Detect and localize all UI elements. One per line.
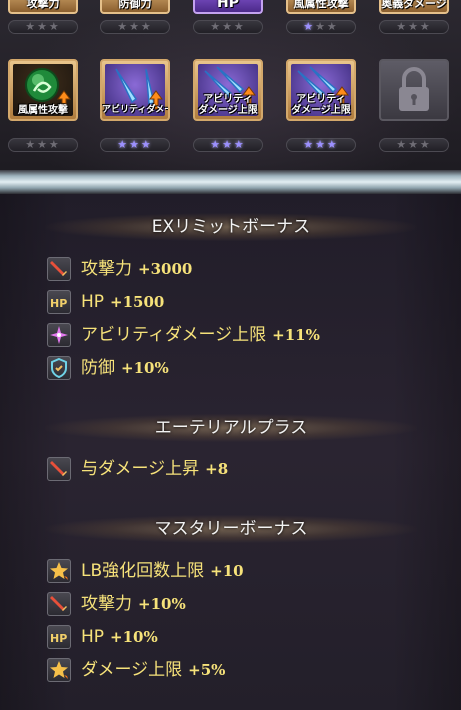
svg-text:HP: HP xyxy=(50,632,67,645)
padlock-icon xyxy=(399,67,429,111)
tile-label: 防御力 xyxy=(118,0,152,10)
limit-tile[interactable]: 防御力 xyxy=(100,0,170,14)
section-header-aetherial: エーテリアルプラス xyxy=(45,414,417,442)
star-rating: ★★★ xyxy=(193,138,263,152)
star-rating: ★★★ xyxy=(8,138,78,152)
star-rating: ★★★ xyxy=(100,138,170,152)
hp-icon: HP xyxy=(47,290,71,314)
bonus-name: HP xyxy=(81,627,105,647)
bonus-name: LB強化回数上限 xyxy=(81,561,205,581)
svg-text:HP: HP xyxy=(50,297,67,310)
section-divider xyxy=(0,170,461,194)
limit-tile[interactable]: HP xyxy=(193,0,263,14)
tile-label: アビリティダメージ xyxy=(102,105,168,115)
bonus-text: アビリティダメージ上限 +11% xyxy=(81,324,320,346)
section-header-mastery: マスタリーボーナス xyxy=(45,515,417,543)
attack-sword-icon xyxy=(47,257,71,281)
defense-shield-icon xyxy=(47,356,71,380)
burst-star-icon xyxy=(47,658,71,682)
bonus-text: 防御 +10% xyxy=(81,357,169,379)
star-rating: ★★★ xyxy=(286,138,356,152)
bonus-name: 攻撃力 xyxy=(81,594,132,614)
star-rating: ★★★ xyxy=(8,20,78,34)
limit-bonus-panel: 攻撃力 ★★★ 防御力 ★★★ HP ★★★ 風属性攻撃 ★★★ 奥義ダメージ … xyxy=(0,0,461,170)
bonus-value: +5% xyxy=(188,661,226,679)
bonus-value: +10% xyxy=(121,359,169,377)
bonus-text: ダメージ上限 +5% xyxy=(81,659,225,681)
tile-label: HP xyxy=(217,0,239,11)
limit-tile[interactable] xyxy=(379,59,449,121)
bonus-text: HP +10% xyxy=(81,626,158,648)
limit-tile[interactable]: アビリティ ダメージ上限 xyxy=(286,59,356,121)
bonus-name: ダメージ上限 xyxy=(81,660,183,680)
bonus-text: LB強化回数上限 +10 xyxy=(81,560,244,582)
limit-tile[interactable]: アビリティダメージ xyxy=(100,59,170,121)
bonus-value: +3000 xyxy=(138,260,193,278)
bonus-value: +8 xyxy=(205,460,229,478)
star-rating: ★★★ xyxy=(193,20,263,34)
burst-star-icon xyxy=(47,559,71,583)
ability-spark-icon xyxy=(47,323,71,347)
star-rating: ★★★ xyxy=(100,20,170,34)
bonus-name: HP xyxy=(81,292,105,312)
bonus-value: +1500 xyxy=(110,293,165,311)
bonus-value: +10 xyxy=(210,562,244,580)
bonus-text: 攻撃力 +3000 xyxy=(81,258,192,280)
limit-tile[interactable]: アビリティ ダメージ上限 xyxy=(193,59,263,121)
tile-label: 奥義ダメージ xyxy=(381,0,447,10)
bonus-name: 防御 xyxy=(81,358,115,378)
tile-label: 風属性攻撃 xyxy=(18,105,68,116)
bonus-list: EXリミットボーナス 攻撃力 +3000 HP HP +1500 アビリティダメージ… xyxy=(0,194,461,710)
limit-tile[interactable]: 風属性攻撃 xyxy=(8,59,78,121)
bonus-text: 与ダメージ上昇 +8 xyxy=(81,458,228,480)
bonus-text: HP +1500 xyxy=(81,291,164,313)
section-header-ex-limit: EXリミットボーナス xyxy=(45,213,417,241)
bonus-value: +11% xyxy=(272,326,320,344)
star-rating: ★★★ xyxy=(379,20,449,34)
bonus-name: 攻撃力 xyxy=(81,259,132,279)
bonus-text: 攻撃力 +10% xyxy=(81,593,186,615)
star-rating: ★★★ xyxy=(379,138,449,152)
tile-label: 攻撃力 xyxy=(26,0,60,10)
tile-label: アビリティ ダメージ上限 xyxy=(291,94,351,116)
limit-tile[interactable]: 奥義ダメージ xyxy=(379,0,449,14)
attack-sword-icon xyxy=(47,592,71,616)
bonus-name: 与ダメージ上昇 xyxy=(81,459,200,479)
bonus-name: アビリティダメージ上限 xyxy=(81,325,267,345)
hp-icon: HP xyxy=(47,625,71,649)
attack-sword-icon xyxy=(47,457,71,481)
bonus-value: +10% xyxy=(110,628,158,646)
limit-tile[interactable]: 風属性攻撃 xyxy=(286,0,356,14)
tile-label: アビリティ ダメージ上限 xyxy=(198,94,258,116)
limit-tile[interactable]: 攻撃力 xyxy=(8,0,78,14)
star-rating: ★★★ xyxy=(286,20,356,34)
tile-label: 風属性攻撃 xyxy=(293,0,349,10)
bonus-value: +10% xyxy=(138,595,186,613)
